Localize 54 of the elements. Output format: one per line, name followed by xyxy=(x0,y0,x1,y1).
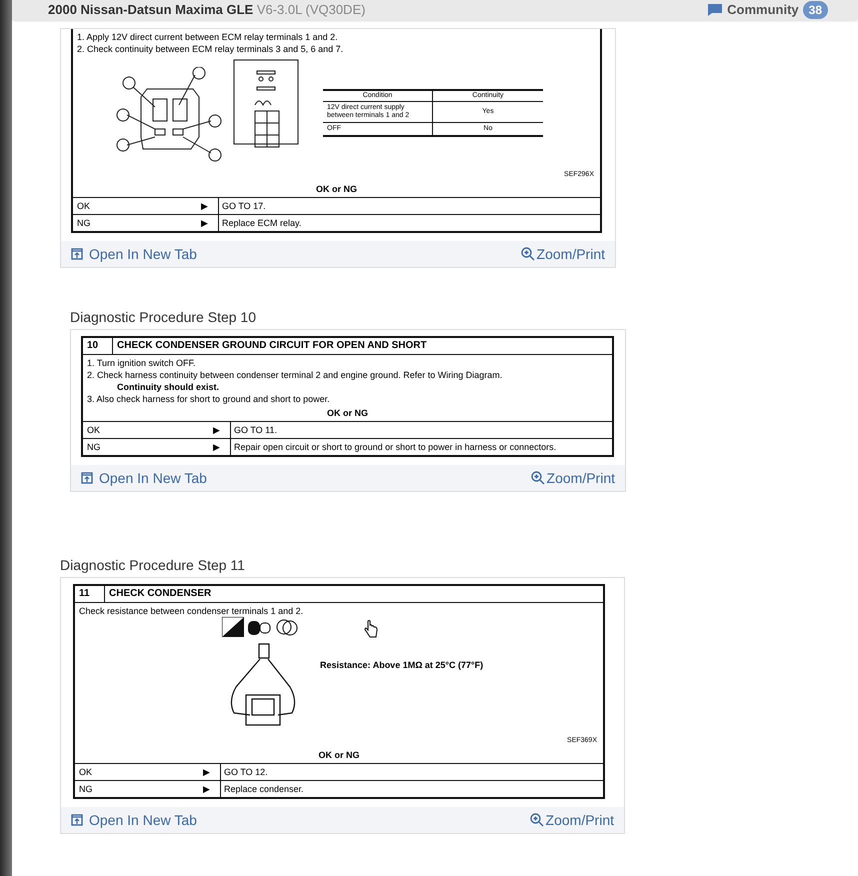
instruction-line: 2. Check harness continuity between condenser terminal 2 and engine ground. Refer to Wiring Diagram. xyxy=(87,369,504,381)
open-in-new-tab-link[interactable]: Open In New Tab xyxy=(71,244,197,264)
result-action: Repair open circuit or short to ground or short to power in harness or connectors. xyxy=(233,441,558,454)
zoom-print-link[interactable]: Zoom/Print xyxy=(530,810,614,830)
arrow-glyph: ▶ xyxy=(213,424,221,436)
zoom-print-link[interactable]: Zoom/Print xyxy=(530,468,615,488)
zoom-in-icon xyxy=(530,471,545,485)
key-icon xyxy=(276,617,298,637)
step-heading: Diagnostic Procedure Step 11 xyxy=(60,556,246,574)
open-tab-icon xyxy=(81,472,93,484)
arrow-glyph: ▶ xyxy=(201,217,209,229)
step-number: 10 xyxy=(83,338,113,354)
zoom-print-link[interactable]: Zoom/Print xyxy=(520,244,605,264)
open-in-new-tab-link[interactable]: Open In New Tab xyxy=(81,468,207,488)
result-code: OK xyxy=(87,424,100,436)
result-action: Replace condenser. xyxy=(223,783,305,796)
step-number: 11 xyxy=(75,586,105,602)
instruction-line: 2. Check continuity between ECM relay terminals 3 and 5, 6 and 7. xyxy=(77,43,344,55)
community-label: Community xyxy=(727,1,799,20)
result-label: OK or NG xyxy=(326,407,368,419)
result-action: GO TO 11. xyxy=(233,424,278,437)
open-tab-icon xyxy=(71,814,83,826)
result-code: NG xyxy=(77,217,90,229)
arrow-glyph: ▶ xyxy=(203,766,211,778)
result-action: GO TO 17. xyxy=(221,200,267,213)
instruction-line: 1. Apply 12V direct current between ECM relay terminals 1 and 2. xyxy=(77,31,339,43)
result-action: GO TO 12. xyxy=(223,766,269,779)
result-action: Replace ECM relay. xyxy=(221,217,302,230)
pointer-cursor-icon xyxy=(364,620,378,638)
result-code: OK xyxy=(77,200,90,212)
resistance-spec: Resistance: Above 1MΩ at 25°C (77°F) xyxy=(320,659,484,671)
result-code: NG xyxy=(87,441,100,453)
result-label: OK or NG xyxy=(318,749,360,761)
chat-icon xyxy=(707,3,724,17)
arrow-glyph: ▶ xyxy=(203,783,211,795)
instruction-line: Check resistance between condenser terminals 1 and 2. xyxy=(79,605,304,617)
community-count-badge: 38 xyxy=(802,1,828,19)
instruction-line: 3. Also check harness for short to ground and short to power. xyxy=(87,393,331,405)
step-heading: Diagnostic Procedure Step 10 xyxy=(70,308,257,326)
open-tab-icon xyxy=(71,248,83,260)
arrow-glyph: ▶ xyxy=(213,441,221,453)
result-code: OK xyxy=(79,766,92,778)
ignition-switch-icon xyxy=(222,617,244,637)
result-code: NG xyxy=(79,783,92,795)
instruction-line: 1. Turn ignition switch OFF. xyxy=(87,357,197,369)
open-in-new-tab-link[interactable]: Open In New Tab xyxy=(71,810,197,830)
step-title: CHECK CONDENSER xyxy=(108,587,212,601)
step-title: CHECK CONDENSER GROUND CIRCUIT FOR OPEN AND SHORT xyxy=(116,339,428,353)
zoom-in-icon xyxy=(530,813,544,827)
instruction-line: Continuity should exist. xyxy=(116,381,220,393)
arrow-glyph: ▶ xyxy=(201,200,209,212)
zoom-in-icon xyxy=(520,247,535,261)
vehicle-title: 2000 Nissan-Datsun Maxima GLE V6-3.0L (VQ30DE) xyxy=(48,1,366,20)
result-label: OK or NG xyxy=(316,183,357,195)
